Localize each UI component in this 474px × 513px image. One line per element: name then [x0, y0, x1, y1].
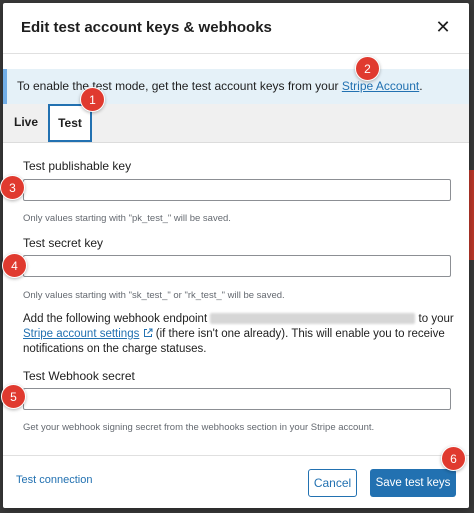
external-link-icon [143, 328, 153, 337]
step-badge-4: 4 [2, 253, 27, 278]
edit-keys-modal: Edit test account keys & webhooks ✕ To e… [3, 3, 469, 508]
step-badge-1: 1 [80, 87, 105, 112]
webhook-secret-help: Get your webhook signing secret from the… [23, 422, 375, 433]
publishable-key-label: Test publishable key [23, 159, 132, 173]
webhook-secret-label: Test Webhook secret [23, 369, 135, 383]
test-connection-button[interactable]: Test connection [16, 474, 92, 486]
webhook-secret-input[interactable] [23, 388, 451, 410]
secret-key-input[interactable] [23, 255, 451, 277]
step-badge-2: 2 [355, 56, 380, 81]
step-badge-6: 6 [441, 446, 466, 471]
step-badge-3: 3 [0, 175, 25, 200]
mode-tabs: Live Test [3, 104, 469, 143]
modal-footer: Test connection Cancel Save test keys [3, 455, 469, 508]
publishable-key-help: Only values starting with "pk_test_" wil… [23, 213, 231, 224]
stripe-account-link[interactable]: Stripe Account [342, 79, 419, 93]
secret-key-help: Only values starting with "sk_test_" or … [23, 290, 285, 301]
tab-live[interactable]: Live [7, 104, 45, 141]
webhook-info: Add the following webhook endpoint to yo… [23, 312, 459, 357]
notice-text-end: . [419, 79, 423, 93]
publishable-key-input[interactable] [23, 179, 451, 201]
modal-title: Edit test account keys & webhooks [21, 19, 272, 36]
webhook-text-to: to your [415, 313, 454, 325]
webhook-endpoint-redacted [210, 313, 416, 325]
stripe-account-settings-link[interactable]: Stripe account settings [23, 328, 139, 340]
cancel-button[interactable]: Cancel [308, 469, 357, 497]
test-mode-notice: To enable the test mode, get the test ac… [3, 69, 469, 104]
notice-text: To enable the test mode, get the test ac… [17, 79, 342, 93]
modal-header: Edit test account keys & webhooks ✕ [3, 3, 469, 54]
secret-key-label: Test secret key [23, 236, 104, 250]
webhook-text-start: Add the following webhook endpoint [23, 313, 208, 325]
close-icon[interactable]: ✕ [431, 15, 455, 39]
step-badge-5: 5 [1, 384, 26, 409]
save-test-keys-button[interactable]: Save test keys [370, 469, 456, 497]
